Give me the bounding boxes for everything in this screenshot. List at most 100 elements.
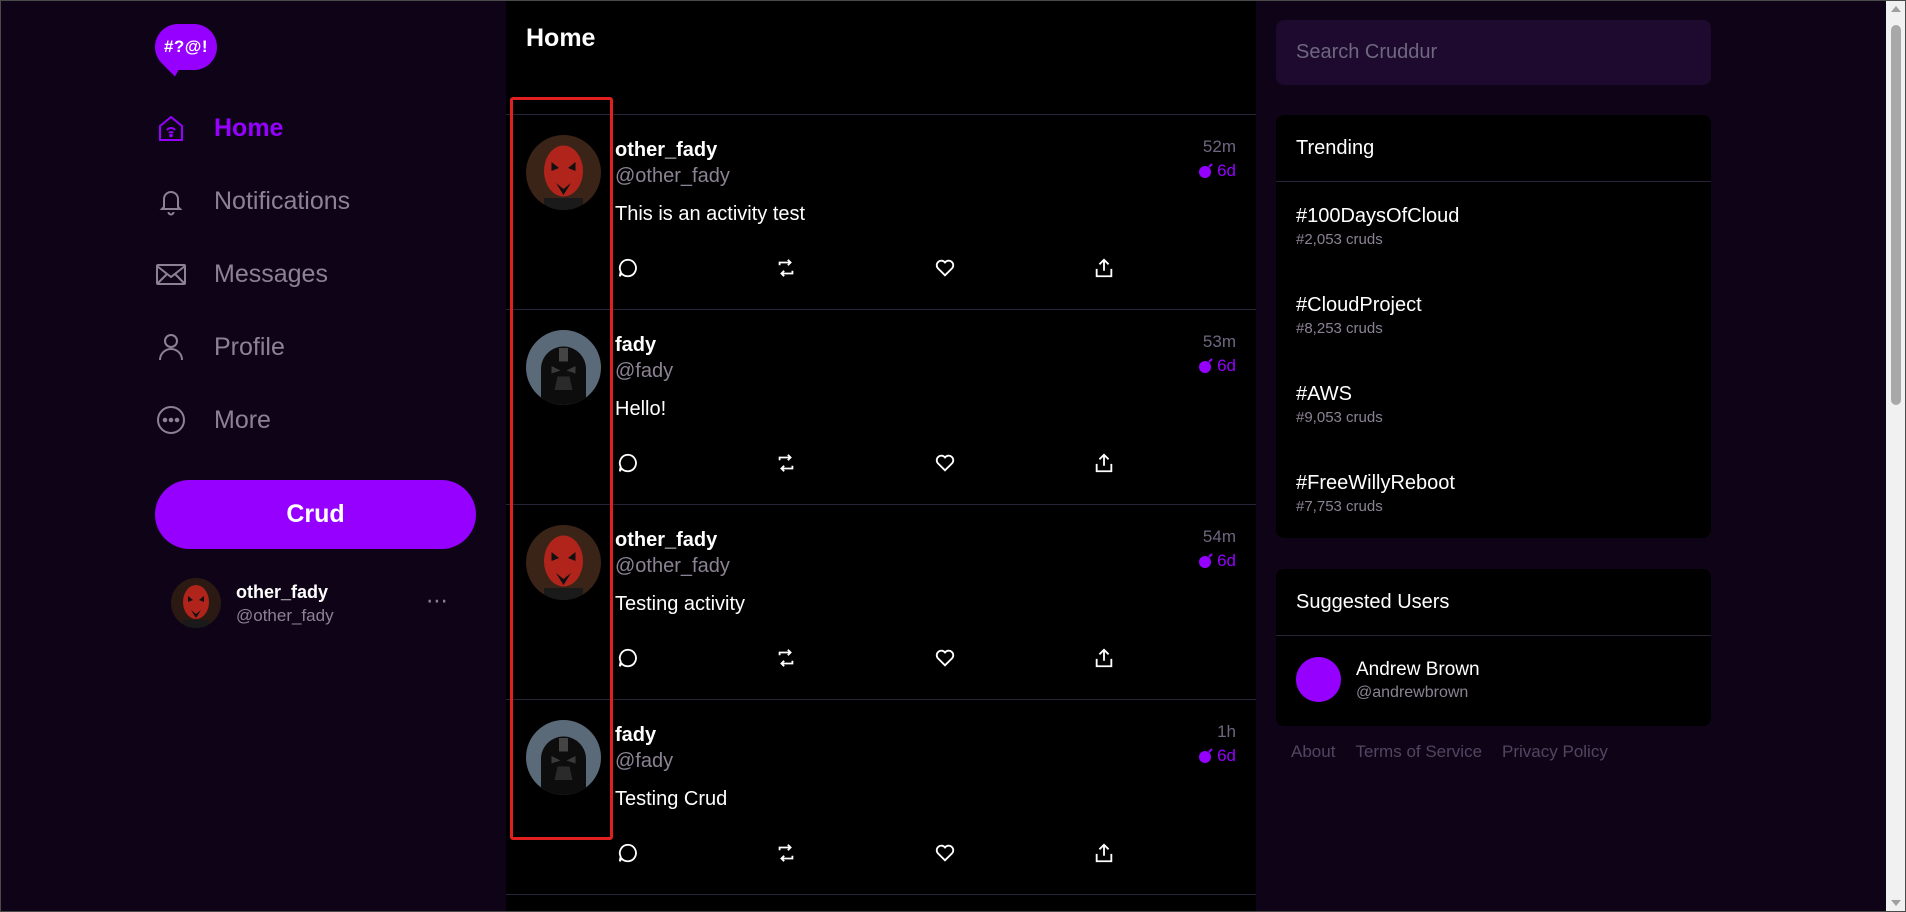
footer-link-terms[interactable]: Terms of Service [1355, 742, 1482, 762]
post-expires-text: 6d [1217, 551, 1236, 570]
repost-icon[interactable] [773, 450, 799, 476]
post-message: This is an activity test [615, 203, 806, 225]
scroll-down-arrow-icon[interactable] [1891, 900, 1901, 906]
post-expires-text: 6d [1217, 161, 1236, 180]
post-handle[interactable]: @fady [615, 750, 673, 773]
home-feed: Home other_fady @other_fady This is an a… [506, 0, 1256, 912]
trending-count: #9,053 cruds [1296, 409, 1383, 426]
bomb-icon [1199, 553, 1213, 568]
more-circle-icon [155, 404, 187, 436]
trending-tag: #CloudProject [1296, 294, 1422, 316]
envelope-icon [155, 258, 187, 290]
activity-item[interactable]: other_fady @other_fady Testing activity … [506, 505, 1256, 700]
bell-icon [155, 185, 187, 217]
footer-link-about[interactable]: About [1291, 742, 1335, 762]
nav-label-profile: Profile [214, 332, 285, 361]
avatar[interactable] [526, 720, 601, 795]
post-actions [615, 645, 1115, 673]
heart-icon[interactable] [932, 255, 958, 281]
repost-icon[interactable] [773, 645, 799, 671]
post-actions [615, 450, 1115, 478]
post-time: 54m [1202, 527, 1236, 546]
post-expires: 6d [1198, 161, 1236, 181]
scrollbar-thumb[interactable] [1891, 25, 1901, 405]
activity-item[interactable]: fady @fady Hello! 53m 6d [506, 310, 1256, 505]
page-scrollbar[interactable] [1886, 0, 1906, 912]
avatar [171, 578, 221, 628]
avatar[interactable] [1296, 657, 1341, 702]
trending-count: #2,053 cruds [1296, 231, 1383, 248]
trending-box: Trending #100DaysOfCloud #2,053 cruds #C… [1276, 115, 1711, 538]
post-handle[interactable]: @other_fady [615, 555, 730, 578]
user-menu-button[interactable]: ⋯ [426, 588, 449, 614]
crud-button[interactable]: Crud [155, 480, 476, 549]
post-expires-text: 6d [1217, 746, 1236, 765]
post-time: 1h [1217, 722, 1236, 741]
trending-count: #7,753 cruds [1296, 498, 1383, 515]
avatar[interactable] [526, 525, 601, 600]
trending-count: #8,253 cruds [1296, 320, 1383, 337]
trending-item[interactable]: #AWS #9,053 cruds [1296, 383, 1383, 426]
activity-item[interactable]: fady @fady Testing Crud 1h 6d [506, 700, 1256, 895]
repost-icon[interactable] [773, 255, 799, 281]
nav-item-notifications[interactable]: Notifications [155, 177, 475, 225]
post-time: 52m [1202, 137, 1236, 156]
nav-item-profile[interactable]: Profile [155, 323, 475, 371]
page-title: Home [526, 24, 596, 52]
repost-icon[interactable] [773, 840, 799, 866]
post-display-name[interactable]: other_fady [615, 139, 717, 162]
suggested-users-box: Suggested Users Andrew Brown @andrewbrow… [1276, 569, 1711, 726]
nav-item-messages[interactable]: Messages [155, 250, 475, 298]
suggested-user[interactable]: Andrew Brown @andrewbrown [1296, 657, 1696, 707]
post-handle[interactable]: @other_fady [615, 165, 730, 188]
nav-label-messages: Messages [214, 259, 328, 288]
post-message: Testing activity [615, 593, 746, 615]
post-handle[interactable]: @fady [615, 360, 673, 383]
nav-item-more[interactable]: More [155, 396, 475, 444]
avatar[interactable] [526, 135, 601, 210]
nav-item-home[interactable]: Home [155, 104, 475, 152]
reply-icon[interactable] [615, 450, 641, 476]
post-display-name[interactable]: fady [615, 724, 656, 747]
search-input[interactable] [1276, 20, 1711, 85]
nav-label-home: Home [214, 113, 284, 142]
cruddur-logo[interactable]: #?@! [155, 24, 217, 79]
suggested-users-title: Suggested Users [1276, 569, 1711, 636]
reply-icon[interactable] [615, 255, 641, 281]
heart-icon[interactable] [932, 840, 958, 866]
current-user-name: other_fady [236, 582, 329, 602]
share-icon[interactable] [1091, 645, 1117, 671]
trending-item[interactable]: #100DaysOfCloud #2,053 cruds [1296, 205, 1459, 248]
reply-icon[interactable] [615, 645, 641, 671]
bomb-icon [1199, 163, 1213, 178]
trending-item[interactable]: #CloudProject #8,253 cruds [1296, 294, 1422, 337]
post-display-name[interactable]: fady [615, 334, 656, 357]
share-icon[interactable] [1091, 450, 1117, 476]
post-expires: 6d [1198, 356, 1236, 376]
nav-label-more: More [214, 405, 271, 434]
current-user-handle: @other_fady [236, 606, 334, 625]
trending-tag: #100DaysOfCloud [1296, 205, 1460, 227]
person-icon [155, 331, 187, 363]
avatar[interactable] [526, 330, 601, 405]
post-display-name[interactable]: other_fady [615, 529, 717, 552]
post-message: Hello! [615, 398, 667, 420]
trending-item[interactable]: #FreeWillyReboot #7,753 cruds [1296, 472, 1455, 515]
activity-item[interactable]: other_fady @other_fady This is an activi… [506, 115, 1256, 310]
post-actions [615, 840, 1115, 868]
post-expires: 6d [1198, 551, 1236, 571]
heart-icon[interactable] [932, 645, 958, 671]
share-icon[interactable] [1091, 840, 1117, 866]
post-message: Testing Crud [615, 788, 728, 810]
share-icon[interactable] [1091, 255, 1117, 281]
app: #?@! Home Notifications Messages Profile… [0, 0, 1906, 912]
footer-link-privacy[interactable]: Privacy Policy [1502, 742, 1608, 762]
trending-tag: #FreeWillyReboot [1296, 472, 1455, 494]
suggested-user-name: Andrew Brown [1356, 659, 1480, 680]
heart-icon[interactable] [932, 450, 958, 476]
reply-icon[interactable] [615, 840, 641, 866]
scroll-up-arrow-icon[interactable] [1891, 6, 1901, 12]
current-user-card[interactable]: other_fady @other_fady ⋯ [171, 578, 471, 628]
post-expires: 6d [1198, 746, 1236, 766]
post-actions [615, 255, 1115, 283]
